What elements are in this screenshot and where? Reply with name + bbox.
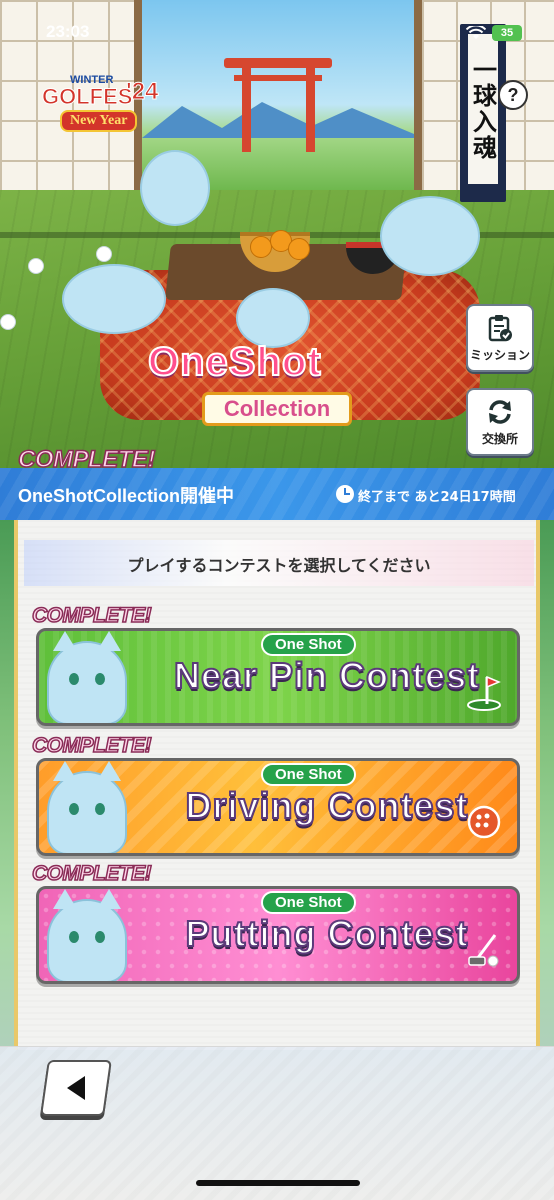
torii-gate bbox=[224, 58, 332, 68]
ball-icon bbox=[467, 805, 501, 839]
event-hero: 一球入魂 23:03 35 ? WINTER GOLFES '24 New Ye… bbox=[0, 0, 554, 468]
cat-character bbox=[47, 889, 127, 981]
flag-icon bbox=[467, 675, 501, 711]
back-button[interactable] bbox=[40, 1060, 112, 1116]
contest-title: Putting Contest bbox=[185, 912, 469, 955]
mountains-image bbox=[142, 102, 414, 138]
hanging-scroll: 一球入魂 bbox=[460, 24, 506, 202]
near-pin-contest-button[interactable]: One Shot Near Pin Contest bbox=[36, 628, 520, 726]
orange-icon bbox=[250, 236, 272, 258]
putter-icon bbox=[468, 934, 499, 967]
instruction-text: プレイするコンテストを選択してください bbox=[127, 556, 431, 575]
cat-character bbox=[47, 631, 127, 723]
golf-ball-icon bbox=[0, 314, 16, 330]
winter-golfes-logo[interactable]: WINTER GOLFES '24 New Year bbox=[30, 70, 162, 138]
cat-character-eating bbox=[380, 196, 480, 276]
event-status-bar: OneShotCollection開催中 終了まで あと24日17時間 bbox=[0, 468, 554, 520]
refresh-icon bbox=[489, 399, 511, 424]
battery-icon: 35 bbox=[492, 25, 522, 41]
oneshot-tag: One Shot bbox=[261, 891, 356, 914]
complete-badge: COMPLETE! bbox=[31, 603, 152, 628]
instruction-bar: プレイするコンテストを選択してください bbox=[24, 540, 534, 586]
status-time: 23:03 bbox=[46, 22, 90, 41]
back-arrow-icon bbox=[67, 1076, 85, 1100]
event-name: OneShotCollection開催中 bbox=[18, 486, 234, 506]
oneshot-tag: One Shot bbox=[261, 763, 356, 786]
wifi-icon bbox=[466, 26, 486, 39]
contest-title: Driving Contest bbox=[184, 784, 469, 827]
home-indicator[interactable] bbox=[196, 1180, 360, 1186]
mission-button[interactable]: ミッション bbox=[466, 304, 534, 372]
orange-icon bbox=[288, 238, 310, 260]
cat-character-golfer bbox=[140, 150, 210, 226]
putting-contest-button[interactable]: One Shot Putting Contest bbox=[36, 886, 520, 984]
complete-badge: COMPLETE! bbox=[31, 861, 152, 886]
exchange-button[interactable]: 交換所 bbox=[466, 388, 534, 456]
golf-ball-icon bbox=[28, 258, 44, 274]
contest-title: Near Pin Contest bbox=[173, 654, 481, 697]
complete-badge: COMPLETE! bbox=[17, 445, 156, 474]
complete-badge: COMPLETE! bbox=[31, 733, 152, 758]
clock-icon bbox=[336, 485, 354, 503]
clipboard-check-icon bbox=[488, 314, 512, 341]
oneshot-tag: One Shot bbox=[261, 633, 356, 656]
oneshot-collection-logo: OneShot Collection bbox=[140, 322, 410, 432]
golf-ball-icon bbox=[96, 246, 112, 262]
driving-contest-button[interactable]: One Shot Driving Contest bbox=[36, 758, 520, 856]
cat-character bbox=[47, 761, 127, 853]
remaining-time: 終了まで あと24日17時間 bbox=[358, 490, 516, 505]
help-button[interactable]: ? bbox=[498, 80, 528, 110]
